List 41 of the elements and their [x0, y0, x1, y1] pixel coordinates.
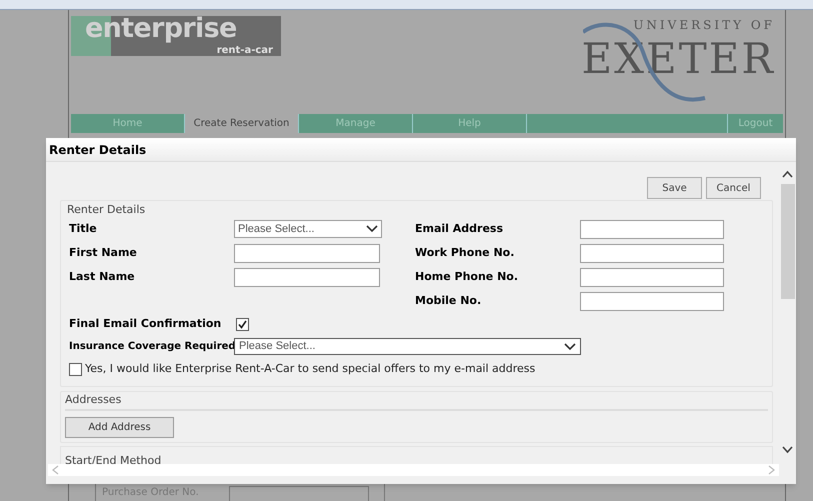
field-label: Final Email Confirmation: [69, 316, 222, 332]
section-title: Start/End Method: [65, 454, 162, 467]
section-title: Addresses: [65, 392, 768, 411]
field-label: Title: [69, 220, 98, 237]
chevron-up-icon: [782, 170, 793, 178]
input-field[interactable]: [234, 244, 380, 262]
select-placeholder: Please Select...: [238, 222, 314, 237]
brand-name: enterprise: [85, 14, 237, 44]
input-field[interactable]: [580, 268, 724, 286]
input-field[interactable]: [234, 268, 380, 286]
checkbox-label: Yes, I would like Enterprise Rent-A-Car to send special offers to my e-mail address: [85, 361, 536, 378]
scrollbar-thumb[interactable]: [780, 184, 794, 299]
chevron-down-icon: [564, 342, 576, 350]
chevron-right-icon: [768, 465, 775, 475]
dialog-button[interactable]: Cancel: [706, 177, 761, 199]
input-field[interactable]: [580, 244, 724, 262]
field-label: Email Address: [415, 220, 504, 237]
chevron-down-icon: [366, 225, 378, 233]
field-label: Work Phone No.: [415, 244, 516, 261]
checkbox[interactable]: [236, 318, 249, 331]
chevron-left-icon: [52, 465, 59, 475]
field-label: Insurance Coverage Required: [69, 340, 234, 354]
university-label: UNIVERSITY OF: [633, 17, 775, 34]
field-label: Mobile No.: [415, 292, 482, 309]
add-address-button[interactable]: Add Address: [65, 417, 174, 438]
dialog-title: Renter Details: [46, 138, 796, 162]
chevron-down-icon: [782, 446, 793, 454]
horizontal-scrollbar[interactable]: [48, 464, 779, 476]
select-field[interactable]: Please Select...: [234, 220, 382, 238]
select-field[interactable]: Please Select...: [234, 338, 581, 355]
input-field[interactable]: [580, 220, 724, 238]
checkbox[interactable]: [69, 363, 82, 376]
field-label: Home Phone No.: [415, 268, 520, 285]
nav-tab[interactable]: Create Reservation: [185, 114, 299, 133]
field-label: First Name: [69, 244, 138, 261]
section-title: Renter Details: [67, 202, 146, 218]
dialog-button[interactable]: Save: [647, 177, 702, 199]
field-label: Last Name: [69, 268, 136, 285]
input-field[interactable]: [580, 292, 724, 310]
select-placeholder: Please Select...: [239, 339, 316, 354]
brand-tagline: rent-a-car: [216, 45, 273, 56]
